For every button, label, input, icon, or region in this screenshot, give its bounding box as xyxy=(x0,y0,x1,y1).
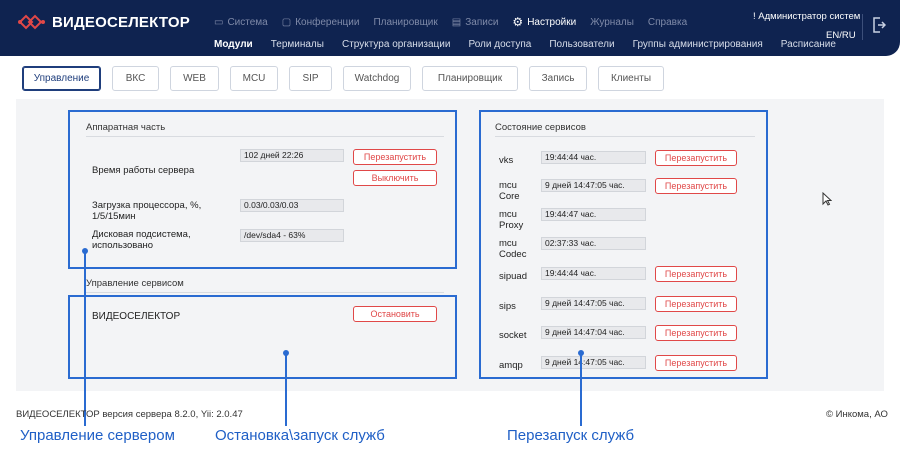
logout-icon[interactable] xyxy=(872,16,886,34)
nav-conferences[interactable]: ▢ Конференции xyxy=(282,15,360,29)
annotation-line xyxy=(580,355,582,426)
nav-settings[interactable]: ⚙ Настройки xyxy=(512,15,576,29)
nav-label: Планировщик xyxy=(373,16,438,28)
logo-icon xyxy=(18,14,45,30)
sub-nav: Модули Терминалы Структура организации Р… xyxy=(214,39,836,50)
tab-web[interactable]: WEB xyxy=(170,66,219,91)
caption-restart-services: Перезапуск служб xyxy=(507,427,635,444)
annotation-line xyxy=(285,355,287,426)
tab-watchdog[interactable]: Watchdog xyxy=(343,66,411,91)
subnav-org-structure[interactable]: Структура организации xyxy=(342,39,451,50)
monitor-icon: ▭ xyxy=(214,16,224,28)
nav-label: Настройки xyxy=(527,16,577,28)
service-control-title: Управление сервисом xyxy=(86,278,184,289)
subnav-admin-groups[interactable]: Группы администрирования xyxy=(633,39,763,50)
tab-mcu[interactable]: MCU xyxy=(230,66,278,91)
tab-clients[interactable]: Клиенты xyxy=(598,66,664,91)
subnav-users[interactable]: Пользователи xyxy=(549,39,614,50)
subnav-modules[interactable]: Модули xyxy=(214,39,253,50)
services-highlight xyxy=(479,110,768,379)
nav-label: Записи xyxy=(465,16,499,28)
nav-logs[interactable]: Журналы xyxy=(590,15,634,29)
nav-help[interactable]: Справка xyxy=(648,15,687,29)
nav-label: Справка xyxy=(647,16,688,28)
service-divider xyxy=(86,292,444,293)
server-control-highlight xyxy=(68,110,457,269)
tab-vks[interactable]: ВКС xyxy=(112,66,159,91)
tab-sip[interactable]: SIP xyxy=(289,66,332,91)
subnav-terminals[interactable]: Терминалы xyxy=(271,39,324,50)
caption-server-control: Управление сервером xyxy=(20,427,175,444)
film-icon: ▤ xyxy=(451,16,462,28)
app-name: ВИДЕОСЕЛЕКТОР xyxy=(52,13,190,31)
app-logo[interactable]: ВИДЕОСЕЛЕКТОР xyxy=(16,11,190,33)
nav-label: Журналы xyxy=(590,16,634,28)
module-tabs: Управление ВКС WEB MCU SIP Watchdog План… xyxy=(22,66,664,91)
gears-icon: ⚙ xyxy=(512,15,524,29)
tab-scheduler[interactable]: Планировщик xyxy=(422,66,518,91)
nav-label: Система xyxy=(227,16,268,28)
nav-records[interactable]: ▤ Записи xyxy=(452,15,499,29)
admin-user-label[interactable]: ! Администратор систем xyxy=(753,11,860,22)
tab-management[interactable]: Управление xyxy=(22,66,101,91)
caption-stop-start: Остановка\запуск служб xyxy=(215,427,385,444)
cursor-icon xyxy=(822,192,832,206)
subnav-access-roles[interactable]: Роли доступа xyxy=(468,39,531,50)
chat-icon: ▢ xyxy=(281,16,292,28)
header-divider xyxy=(862,14,863,40)
version-info: ВИДЕОСЕЛЕКТОР версия сервера 8.2.0, Yii:… xyxy=(16,409,243,420)
top-header: ВИДЕОСЕЛЕКТОР ▭ Система ▢ Конференции Пл… xyxy=(0,0,900,56)
nav-scheduler[interactable]: Планировщик xyxy=(373,15,437,29)
service-control-highlight xyxy=(68,295,457,379)
annotation-line xyxy=(84,253,86,426)
tab-recording[interactable]: Запись xyxy=(529,66,587,91)
nav-label: Конференции xyxy=(295,16,360,28)
copyright: © Инкома, АО xyxy=(826,409,888,420)
top-nav: ▭ Система ▢ Конференции Планировщик ▤ За… xyxy=(214,15,687,29)
language-switch[interactable]: EN/RU xyxy=(826,30,856,41)
nav-system[interactable]: ▭ Система xyxy=(214,15,268,29)
